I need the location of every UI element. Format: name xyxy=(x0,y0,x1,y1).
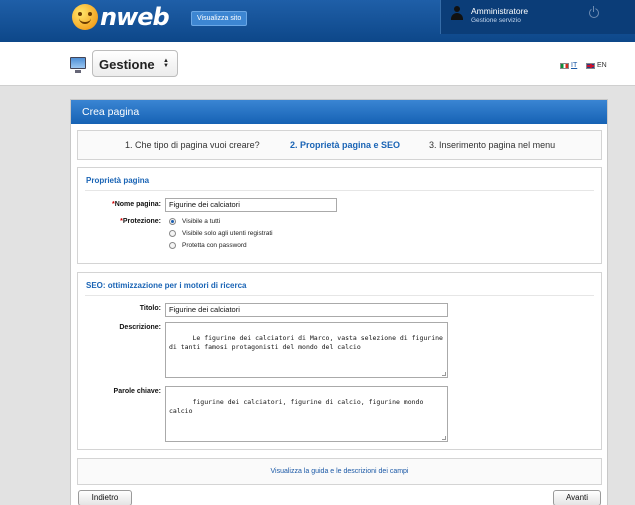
divider xyxy=(85,190,594,191)
italy-flag-icon xyxy=(560,62,569,69)
radio-password[interactable] xyxy=(169,242,176,249)
step-2-active: 2. Proprietà pagina e SEO xyxy=(290,140,401,150)
user-name: Amministratore xyxy=(471,6,529,16)
properties-section-title: Proprietà pagina xyxy=(86,176,150,185)
protection-option-registered[interactable]: Visibile solo agli utenti registrati xyxy=(169,230,273,237)
language-it-label: IT xyxy=(571,62,578,69)
resize-grip-icon[interactable] xyxy=(442,436,446,440)
page-name-input[interactable]: Figurine dei calciatori xyxy=(165,198,337,212)
section-selector-label: Gestione xyxy=(99,57,155,72)
page-properties-section: Proprietà pagina *Nome pagina: Figurine … xyxy=(77,167,602,264)
logo-text: nweb xyxy=(100,3,170,31)
next-button[interactable]: Avanti xyxy=(553,490,601,505)
protection-option-public[interactable]: Visibile a tutti xyxy=(169,218,220,225)
create-page-panel: Crea pagina 1. Che tipo di pagina vuoi c… xyxy=(70,99,608,505)
panel-title: Crea pagina xyxy=(71,100,607,124)
protection-label: *Protezione: xyxy=(120,218,161,225)
logo-smiley-icon xyxy=(72,4,98,30)
language-en-label: EN xyxy=(597,62,607,69)
protection-option-password[interactable]: Protetta con password xyxy=(169,242,247,249)
radio-registered-label: Visibile solo agli utenti registrati xyxy=(182,230,273,237)
view-site-button[interactable]: Visualizza sito xyxy=(191,11,248,26)
radio-registered[interactable] xyxy=(169,230,176,237)
seo-section-title: SEO: ottimizzazione per i motori di rice… xyxy=(86,281,247,290)
divider xyxy=(85,295,594,296)
section-bar: Gestione ▲ ▼ IT EN xyxy=(0,42,635,86)
wizard-steps: 1. Che tipo di pagina vuoi creare? 2. Pr… xyxy=(77,130,602,160)
section-selector[interactable]: Gestione ▲ ▼ xyxy=(92,50,178,77)
seo-description-textarea[interactable]: Le figurine dei calciatori di Marco, vas… xyxy=(165,322,448,378)
user-role: Gestione servizio xyxy=(471,17,521,24)
seo-section: SEO: ottimizzazione per i motori di rice… xyxy=(77,272,602,450)
seo-keywords-label: Parole chiave: xyxy=(113,388,161,395)
user-avatar-icon xyxy=(450,6,464,20)
user-area: Amministratore Gestione servizio xyxy=(440,0,635,34)
guide-box: Visualizza la guida e le descrizioni dei… xyxy=(77,458,602,485)
seo-keywords-textarea[interactable]: figurine dei calciatori, figurine di cal… xyxy=(165,386,448,442)
up-down-arrows-icon: ▲ ▼ xyxy=(163,58,169,69)
page-name-label: *Nome pagina: xyxy=(111,201,161,208)
guide-link[interactable]: Visualizza la guida e le descrizioni dei… xyxy=(78,468,601,475)
radio-public[interactable] xyxy=(169,218,176,225)
step-1: 1. Che tipo di pagina vuoi creare? xyxy=(125,140,260,150)
radio-public-label: Visibile a tutti xyxy=(182,218,221,225)
language-en[interactable]: EN xyxy=(586,62,607,69)
logout-power-icon[interactable] xyxy=(589,6,599,18)
monitor-icon xyxy=(70,57,86,73)
uk-flag-icon xyxy=(586,62,595,69)
seo-description-label: Descrizione: xyxy=(119,324,161,331)
logo[interactable]: nweb xyxy=(72,0,170,34)
seo-title-label: Titolo: xyxy=(139,305,161,312)
language-it[interactable]: IT xyxy=(560,62,577,69)
back-button[interactable]: Indietro xyxy=(78,490,132,505)
resize-grip-icon[interactable] xyxy=(442,372,446,376)
seo-title-input[interactable]: Figurine dei calciatori xyxy=(165,303,448,317)
step-3: 3. Inserimento pagina nel menu xyxy=(429,140,556,150)
radio-password-label: Protetta con password xyxy=(182,242,247,249)
top-bar: nweb Visualizza sito Amministratore Gest… xyxy=(0,0,635,42)
